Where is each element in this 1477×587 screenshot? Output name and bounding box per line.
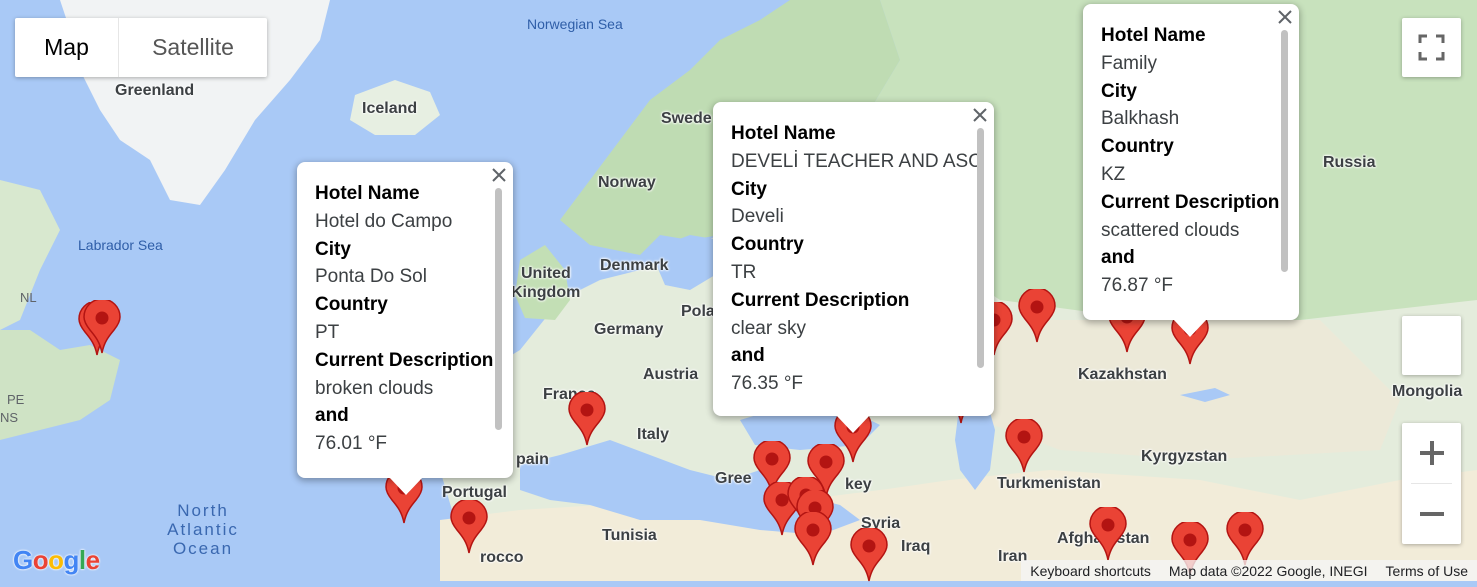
close-icon[interactable] [969,104,991,126]
temperature-value: 76.87 °F [1101,275,1174,297]
country-value: TR [731,261,757,283]
label-austria: Austria [643,366,699,383]
info-window-content: Hotel Name Hotel do Campo City Ponta Do … [315,180,493,458]
map-type-control: Map Satellite [15,18,267,77]
map-marker-icon[interactable] [794,510,832,571]
zoom-out-button[interactable] [1402,484,1461,544]
label-kyrgyzstan: Kyrgyzstan [1141,448,1228,465]
label-spain: pain [516,451,549,468]
label-greece: Gree [715,470,752,487]
and-label: and [315,405,349,427]
fullscreen-icon [1418,34,1445,61]
description-value: broken clouds [315,377,434,399]
map-marker-icon[interactable] [1005,417,1043,478]
map-marker-icon[interactable] [568,390,606,451]
label-tunisia: Tunisia [602,527,657,544]
label-ns: NS [0,410,19,425]
label-norway: Norway [598,174,656,191]
city-label: City [731,178,767,200]
street-view-pegman-button[interactable] [1402,316,1461,375]
plus-icon [1419,441,1444,465]
label-poland: Pola [681,303,715,320]
label-iceland: Iceland [362,100,418,117]
description-value: scattered clouds [1101,219,1240,241]
info-window-pointer [1173,319,1207,337]
label-north-atlantic: North Atlantic Ocean [160,501,246,558]
map-type-satellite-button[interactable]: Satellite [118,18,267,77]
map-data-attribution: Map data ©2022 Google, INEGI [1168,562,1368,579]
map-marker-icon[interactable] [1018,287,1056,348]
fullscreen-button[interactable] [1402,18,1461,77]
hotel-name-label: Hotel Name [1101,25,1206,46]
temperature-value: 76.01 °F [315,433,388,455]
google-logo[interactable]: Google [13,545,100,576]
map-marker-icon[interactable] [1089,505,1127,566]
city-value: Ponta Do Sol [315,266,427,288]
map-footer: Keyboard shortcuts Map data ©2022 Google… [1021,560,1477,581]
country-label: Country [1101,136,1174,158]
and-label: and [731,345,765,367]
city-value: Balkhash [1101,108,1180,130]
terms-of-use-link[interactable]: Terms of Use [1377,563,1477,579]
keyboard-shortcuts-link[interactable]: Keyboard shortcuts [1021,563,1160,579]
label-labrador-sea: Labrador Sea [78,237,163,253]
label-kazakhstan: Kazakhstan [1078,366,1167,383]
description-label: Current Description [731,289,910,311]
label-mongolia: Mongolia [1392,383,1463,400]
info-window-content: Hotel Name Family City Balkhash Country … [1101,22,1279,300]
map-marker-icon[interactable] [450,498,488,559]
label-north-atlantic-line3: Ocean [172,539,234,558]
map-marker-icon[interactable] [850,526,888,587]
label-north-atlantic-line2: Atlantic [167,520,239,539]
description-value: clear sky [731,317,806,339]
label-nl: NL [20,290,37,305]
info-window-pointer [389,477,423,495]
minus-icon [1419,512,1444,516]
info-window-content: Hotel Name DEVELİ TEACHER AND ASO City D… [731,120,983,398]
description-label: Current Description [315,349,494,371]
country-value: PT [315,321,340,343]
map-marker-icon[interactable] [83,298,121,359]
city-label: City [315,238,351,260]
info-window-turkey: Hotel Name DEVELİ TEACHER AND ASO City D… [713,102,994,416]
label-pe: PE [7,392,25,407]
city-value: Develi [731,206,784,228]
close-icon[interactable] [1274,6,1296,28]
close-icon[interactable] [488,164,510,186]
hotel-name-value: Hotel do Campo [315,210,453,232]
label-sweden: Swede [661,110,712,127]
label-greenland: Greenland [115,82,195,99]
label-germany: Germany [594,321,664,338]
hotel-name-value: Family [1101,52,1157,74]
label-united-kingdom-line1: United [521,265,571,282]
label-iraq: Iraq [901,538,931,555]
info-window-scrollbar[interactable] [1281,30,1288,272]
description-label: Current Description [1101,191,1280,213]
label-united-kingdom-line2: Kingdom [511,284,581,301]
hotel-name-value: DEVELİ TEACHER AND ASO [731,150,984,172]
map-type-map-button[interactable]: Map [15,18,118,77]
city-label: City [1101,80,1137,102]
country-label: Country [315,294,388,316]
label-denmark: Denmark [600,257,669,274]
and-label: and [1101,247,1135,269]
hotel-name-label: Hotel Name [731,123,836,144]
info-window-kazakhstan: Hotel Name Family City Balkhash Country … [1083,4,1299,320]
country-label: Country [731,234,804,256]
country-value: KZ [1101,163,1126,185]
label-turkey: key [845,476,872,493]
hotel-name-label: Hotel Name [315,183,420,204]
label-russia: Russia [1323,154,1376,171]
label-italy: Italy [637,426,670,443]
temperature-value: 76.35 °F [731,373,804,395]
info-window-portugal: Hotel Name Hotel do Campo City Ponta Do … [297,162,513,478]
zoom-control [1402,423,1461,544]
info-window-pointer [836,415,870,433]
info-window-scrollbar[interactable] [977,128,984,368]
label-north-atlantic-line1: North [177,501,229,520]
info-window-scrollbar[interactable] [495,188,502,430]
label-norwegian-sea: Norwegian Sea [527,16,623,32]
zoom-in-button[interactable] [1402,423,1461,483]
